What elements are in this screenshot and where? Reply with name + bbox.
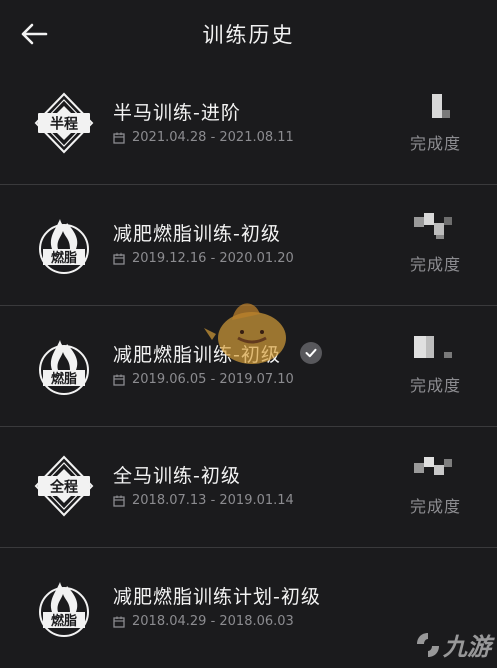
fat-burn-badge-icon: 燃脂 [39,340,89,395]
page-title: 训练历史 [202,23,295,47]
site-logo-watermark: 九游 [413,627,491,662]
calendar-icon [113,374,125,386]
fat-burn-badge-icon: 燃脂 [39,219,89,274]
date-range: 2018.04.29 - 2018.06.03 [113,614,294,629]
completed-check-badge [300,342,322,364]
calendar-icon [113,132,125,144]
history-item[interactable]: 燃脂 减肥燃脂训练-初级 2019.12.16 - 2020.01.20 完成度 [0,185,497,306]
date-text: 2019.12.16 - 2020.01.20 [132,251,294,266]
header-bar: 训练历史 [0,0,497,68]
back-arrow-icon [21,23,48,45]
plan-name: 半马训练-进阶 [113,102,241,124]
badge-label: 燃脂 [51,371,77,387]
progress-value-redacted [410,334,470,360]
plan-name: 全马训练-初级 [113,465,241,487]
date-range: 2018.07.13 - 2019.01.14 [113,493,294,508]
plan-name: 减肥燃脂训练计划-初级 [113,586,321,608]
date-text: 2018.04.29 - 2018.06.03 [132,614,294,629]
badge-label: 全程 [49,479,78,496]
plan-name: 减肥燃脂训练-初级 [113,223,281,245]
badge-label: 燃脂 [51,613,77,629]
history-item[interactable]: 半程 半马训练-进阶 2021.04.28 - 2021.08.11 完成度 [0,64,497,185]
progress-label: 完成度 [410,376,462,395]
progress-value-redacted [410,92,470,118]
fat-burn-badge-icon: 燃脂 [39,582,89,637]
progress-value-redacted [410,455,470,481]
calendar-icon [113,495,125,507]
calendar-icon [113,253,125,265]
full-marathon-badge-icon: 全程 [34,455,94,517]
half-marathon-badge-icon: 半程 [34,92,94,154]
progress-label: 完成度 [410,497,462,516]
date-range: 2021.04.28 - 2021.08.11 [113,130,294,145]
checkmark-icon [305,348,317,358]
date-range: 2019.12.16 - 2020.01.20 [113,251,294,266]
progress-value-redacted [410,213,470,239]
history-item[interactable]: 全程 全马训练-初级 2018.07.13 - 2019.01.14 完成度 [0,427,497,548]
back-button[interactable] [18,20,50,48]
date-range: 2019.06.05 - 2019.07.10 [113,372,294,387]
date-text: 2021.04.28 - 2021.08.11 [132,130,294,145]
calendar-icon [113,616,125,628]
progress-label: 完成度 [410,255,462,274]
badge-label: 燃脂 [51,250,77,266]
logo-mark-icon [417,632,439,657]
date-text: 2018.07.13 - 2019.01.14 [132,493,294,508]
badge-label: 半程 [50,116,78,133]
mascot-watermark-icon [204,303,286,364]
progress-label: 完成度 [410,134,462,153]
logo-text: 九游 [443,633,491,661]
date-text: 2019.06.05 - 2019.07.10 [132,372,294,387]
